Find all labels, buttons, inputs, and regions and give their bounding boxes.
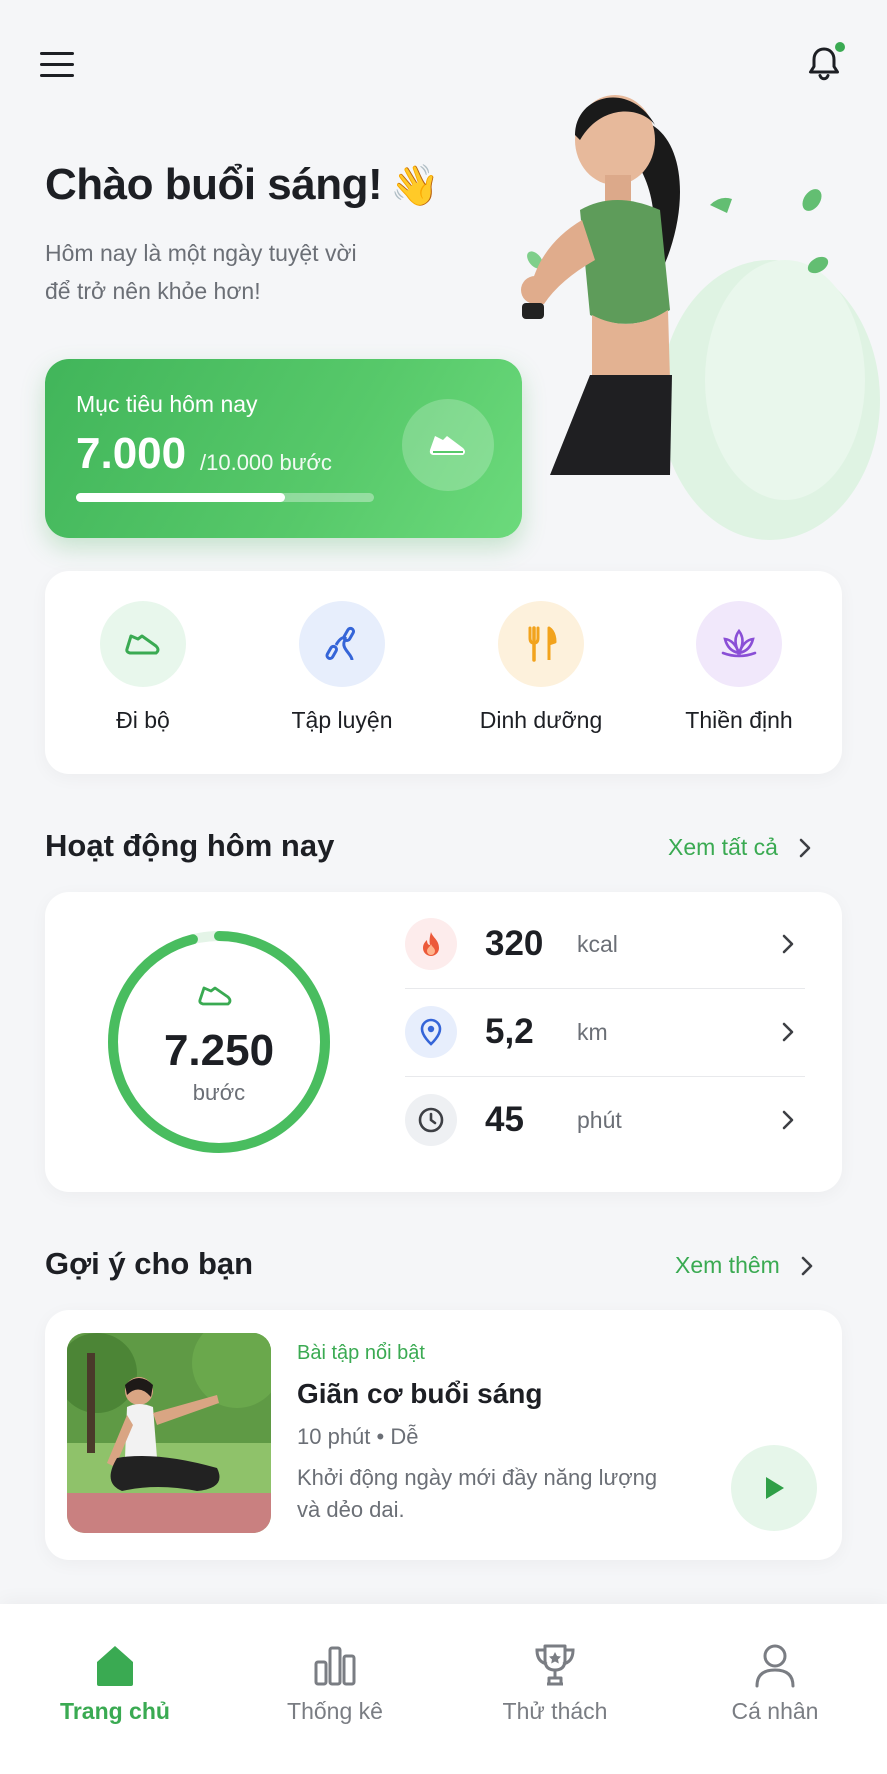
subtitle-line: Hôm nay là một ngày tuyệt vời [45, 240, 357, 266]
suggestion-tag: Bài tập nổi bật [297, 1342, 425, 1364]
stat-value: 45 [485, 1100, 524, 1139]
stat-unit: phút [577, 1106, 622, 1133]
shoe-icon [198, 986, 232, 1006]
description-line: và dẻo dai. [297, 1497, 405, 1522]
stat-value: 5,2 [485, 1012, 534, 1051]
category-circle [696, 601, 782, 687]
stat-value: 320 [485, 924, 544, 963]
category-circle [100, 601, 186, 687]
suggestion-level: Dễ [390, 1424, 419, 1449]
tab-home[interactable]: Trang chủ [15, 1642, 215, 1725]
tab-challenges[interactable]: Thử thách [455, 1642, 655, 1725]
category-label: Tập luyện [291, 707, 393, 733]
see-more-link[interactable]: Xem thêm [675, 1252, 814, 1279]
tab-label: Trang chủ [60, 1698, 170, 1724]
suggestions-section-title: Gợi ý cho bạn [45, 1246, 254, 1281]
chevron-right-icon [782, 1110, 794, 1130]
daily-goal-card[interactable]: Mục tiêu hôm nay 7.000 /10.000 bước [45, 359, 522, 538]
suggestion-card[interactable]: Bài tập nổi bật Giãn cơ buổi sáng 10 phú… [45, 1310, 842, 1560]
greeting-heading: Chào buổi sáng! 👋 [45, 160, 440, 210]
goal-label: Mục tiêu hôm nay [76, 391, 258, 417]
see-all-link[interactable]: Xem tất cả [668, 834, 812, 861]
steps-count: 7.250 [163, 1026, 275, 1075]
greeting-subtitle: Hôm nay là một ngày tuyệt vời để trở nên… [45, 234, 425, 310]
suggestion-description: Khởi động ngày mới đầy năng lượng và dẻo… [297, 1462, 697, 1526]
goal-progress-bar [76, 493, 374, 502]
suggestion-meta: 10 phút • Dễ [297, 1424, 418, 1450]
jump-rope-icon [325, 626, 355, 661]
category-label: Dinh dưỡng [479, 707, 603, 733]
user-icon [755, 1644, 795, 1688]
stat-unit: kcal [577, 930, 618, 957]
meta-separator: • [376, 1424, 391, 1449]
stat-row-duration[interactable]: 45 phút [405, 1076, 805, 1164]
wave-emoji: 👋 [390, 164, 440, 208]
category-workout[interactable]: Tập luyện [252, 601, 432, 734]
chevron-right-icon [782, 1022, 794, 1042]
chevron-right-icon [801, 1256, 813, 1275]
menu-icon-line [40, 51, 74, 55]
tab-profile[interactable]: Cá nhân [675, 1642, 875, 1725]
activity-card: 7.250 bước 320 kcal 5,2 km 45 phút [45, 892, 842, 1192]
clock-icon [405, 1094, 457, 1146]
category-meditation[interactable]: Thiền định [649, 601, 829, 734]
menu-icon-line [40, 73, 74, 77]
steps-unit: bước [192, 1080, 246, 1105]
trophy-icon [535, 1644, 575, 1686]
tab-label: Thống kê [287, 1698, 383, 1724]
tab-label: Cá nhân [731, 1698, 819, 1724]
utensils-icon [528, 626, 557, 662]
stat-row-calories[interactable]: 320 kcal [405, 900, 805, 988]
suggestion-duration: 10 phút [297, 1424, 371, 1449]
bar-chart-icon [314, 1646, 356, 1686]
tab-label: Thử thách [502, 1698, 608, 1724]
runner-illustration [521, 95, 880, 540]
home-icon [97, 1646, 133, 1686]
category-walking[interactable]: Đi bộ [53, 601, 233, 734]
lotus-icon [721, 628, 757, 658]
menu-button[interactable] [40, 44, 86, 84]
play-button[interactable] [731, 1445, 817, 1531]
category-label: Đi bộ [116, 707, 170, 733]
stat-unit: km [577, 1018, 608, 1045]
fire-icon [405, 918, 457, 970]
goal-progress-fill [76, 493, 285, 502]
see-more-label: Xem thêm [675, 1252, 780, 1278]
category-circle [498, 601, 584, 687]
see-all-label: Xem tất cả [668, 834, 778, 860]
goal-total: /10.000 bước [200, 450, 332, 475]
activity-section-title: Hoạt động hôm nay [45, 828, 335, 863]
category-nutrition[interactable]: Dinh dưỡng [451, 601, 631, 734]
subtitle-line: để trở nên khỏe hơn! [45, 278, 261, 304]
description-line: Khởi động ngày mới đầy năng lượng [297, 1465, 658, 1490]
tab-stats[interactable]: Thống kê [235, 1642, 435, 1725]
goal-value: 7.000 [76, 429, 187, 478]
suggestion-title: Giãn cơ buổi sáng [297, 1378, 543, 1409]
chevron-right-icon [782, 934, 794, 954]
notification-dot [835, 42, 845, 52]
category-label: Thiền định [685, 707, 793, 733]
menu-icon-line [40, 62, 74, 66]
location-pin-icon [405, 1006, 457, 1058]
play-icon [766, 1477, 784, 1499]
bottom-tab-bar: Trang chủ Thống kê Thử thách Cá nhân [0, 1604, 887, 1774]
category-card: Đi bộ Tập luyện Dinh dưỡng Thiền định [45, 571, 842, 774]
category-circle [299, 601, 385, 687]
workout-thumbnail [67, 1333, 271, 1533]
shoe-icon [402, 399, 494, 491]
chevron-right-icon [799, 838, 811, 857]
shoe-icon [125, 634, 160, 655]
stat-row-distance[interactable]: 5,2 km [405, 988, 805, 1076]
greeting-text: Chào buổi sáng! [45, 160, 383, 209]
